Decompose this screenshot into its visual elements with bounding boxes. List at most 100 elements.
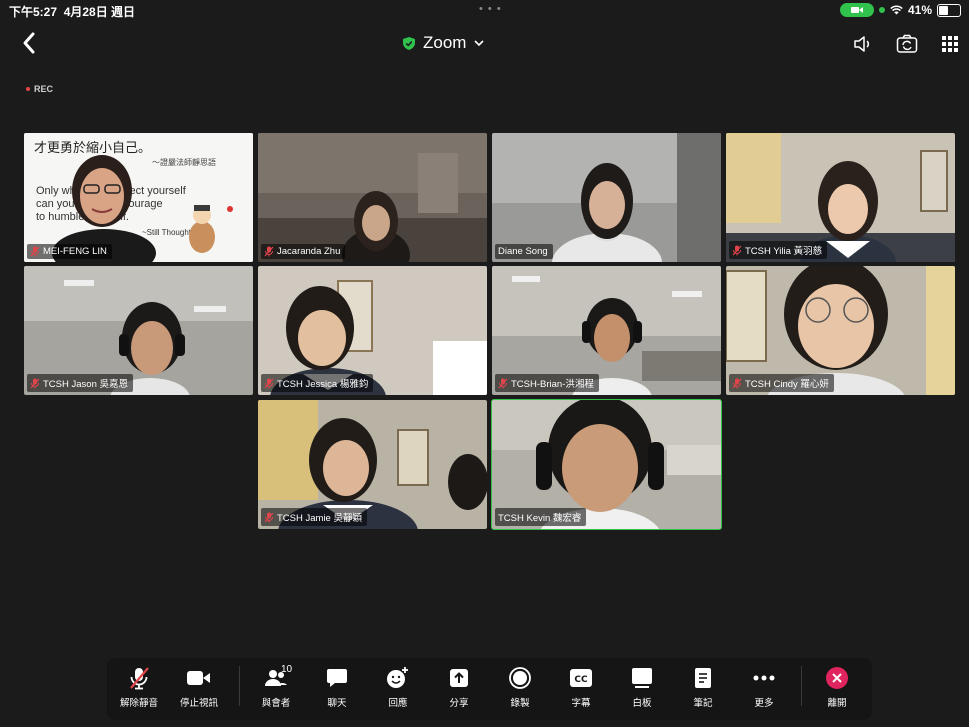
participant-name: Jacaranda Zhu	[277, 246, 341, 257]
switch-camera-button[interactable]	[895, 32, 919, 56]
status-datetime: 下午5:27 4月28日 週日	[9, 3, 135, 20]
stop-video-label: 停止視訊	[179, 698, 218, 709]
leave-button[interactable]: 離開	[809, 664, 865, 716]
participant-name-tag: TCSH-Brian-洪湘程	[495, 374, 599, 392]
more-button[interactable]: 更多	[736, 664, 792, 716]
mic-muted-icon	[732, 245, 742, 255]
more-label: 更多	[754, 698, 774, 709]
wifi-icon	[890, 5, 903, 15]
svg-text:CC: CC	[574, 675, 588, 685]
notes-icon	[695, 668, 711, 688]
participant-name-tag: TCSH Kevin 魏宏睿	[495, 508, 587, 526]
leave-x-icon	[826, 667, 848, 689]
whiteboard-label: 白板	[632, 698, 652, 709]
recording-indicator: REC	[26, 84, 53, 94]
participant-name: TCSH Yilia 黃羽慈	[745, 246, 823, 257]
mic-muted-icon	[264, 512, 274, 522]
chat-bubble-icon	[327, 669, 347, 687]
mic-muted-icon	[264, 378, 274, 388]
video-camera-icon	[187, 671, 210, 685]
video-feed	[258, 133, 487, 262]
notes-label: 筆記	[693, 698, 713, 709]
video-tile-tcsh-cindy[interactable]: TCSH Cindy 羅心妍	[726, 266, 955, 395]
record-button[interactable]: 錄製	[492, 664, 548, 716]
closed-captions-icon: CC	[570, 669, 592, 687]
video-tile-tcsh-yilia[interactable]: TCSH Yilia 黃羽慈	[726, 133, 955, 262]
participant-name: Diane Song	[498, 246, 548, 257]
video-tile-jacaranda-zhu[interactable]: Jacaranda Zhu	[258, 133, 487, 262]
rec-label: REC	[34, 84, 54, 94]
shield-check-icon	[403, 36, 415, 50]
smiley-plus-icon	[387, 667, 408, 688]
unmute-label: 解除靜音	[119, 698, 158, 709]
video-tile-tcsh-kevin[interactable]: TCSH Kevin 魏宏睿	[491, 399, 722, 530]
battery-percent: 41%	[907, 3, 932, 17]
video-tile-tcsh-jamie[interactable]: TCSH Jamie 吳靜穎	[258, 400, 487, 529]
toolbar-divider	[801, 666, 802, 706]
chevron-down-icon	[474, 39, 485, 46]
video-tile-diane-song[interactable]: Diane Song	[492, 133, 721, 262]
toolbar-divider	[239, 666, 240, 706]
mic-muted-icon	[264, 246, 274, 257]
meeting-header: Zoom	[0, 24, 969, 64]
battery-icon	[937, 3, 961, 17]
rec-dot	[26, 87, 30, 91]
back-button[interactable]	[18, 30, 42, 56]
unmute-button[interactable]: 解除靜音	[111, 664, 167, 716]
participant-name-tag: TCSH Jason 吳嘉恩	[27, 374, 133, 392]
video-tile-tcsh-jessica[interactable]: TCSH Jessica 楊雅鈞	[258, 266, 487, 395]
status-indicators: 41%	[839, 3, 961, 17]
stop-video-button[interactable]: 停止視訊	[171, 664, 227, 716]
leave-label: 離開	[827, 698, 847, 709]
participant-name: TCSH-Brian-洪湘程	[511, 379, 594, 390]
participant-name-tag: MEI-FENG LIN	[27, 244, 112, 259]
video-feed: 才更勇於縮小自己。 ～證嚴法師靜思語 Only when we respect …	[24, 133, 253, 262]
quote-zh-2: ～證嚴法師靜思語	[152, 157, 216, 167]
react-button[interactable]: 回應	[370, 664, 426, 716]
quote-zh-1: 才更勇於縮小自己。	[34, 140, 151, 156]
status-bar: 下午5:27 4月28日 週日 • • • 41%	[0, 0, 969, 20]
gallery-view-button[interactable]	[938, 32, 962, 56]
chevron-left-icon	[23, 32, 35, 54]
participants-button[interactable]: 10 與會者	[248, 664, 304, 716]
quote-source: ~Still Thoughts	[142, 228, 195, 237]
participant-name-tag: Diane Song	[495, 244, 553, 259]
more-dots-icon	[753, 675, 775, 681]
mic-in-use-dot	[878, 7, 885, 13]
participants-count: 10	[281, 664, 293, 675]
participant-name: TCSH Cindy 羅心妍	[745, 379, 829, 390]
mic-muted-icon	[30, 378, 40, 388]
meeting-title-button[interactable]: Zoom	[403, 33, 485, 53]
meeting-title: Zoom	[423, 33, 467, 52]
participant-name: MEI-FENG LIN	[43, 246, 107, 257]
participant-name-tag: TCSH Jamie 吳靜穎	[261, 508, 367, 526]
participant-name-tag: TCSH Yilia 黃羽慈	[729, 241, 828, 259]
video-tile-mei-feng-lin[interactable]: 才更勇於縮小自己。 ～證嚴法師靜思語 Only when we respect …	[24, 133, 253, 262]
share-label: 分享	[449, 698, 469, 709]
react-label: 回應	[388, 698, 408, 709]
video-tile-tcsh-brian[interactable]: TCSH-Brian-洪湘程	[492, 266, 721, 395]
whiteboard-icon	[632, 668, 652, 688]
whiteboard-button[interactable]: 白板	[614, 664, 670, 716]
meeting-controls-toolbar: 解除靜音 停止視訊 10 與會者 聊天 回應 分享 錄製 CC 字幕 白板 筆記…	[107, 658, 872, 720]
mic-muted-icon	[130, 667, 149, 690]
participant-name: TCSH Jamie 吳靜穎	[277, 513, 362, 524]
notes-button[interactable]: 筆記	[675, 664, 731, 716]
participant-name-tag: TCSH Jessica 楊雅鈞	[261, 374, 374, 392]
video-feed	[492, 133, 721, 262]
speaker-icon	[854, 36, 870, 52]
mic-muted-icon	[732, 378, 742, 388]
mic-muted-icon	[30, 246, 40, 257]
multitask-dots[interactable]: • • •	[479, 3, 502, 15]
speaker-button[interactable]	[851, 32, 875, 56]
participant-name: TCSH Jessica 楊雅鈞	[277, 379, 369, 390]
record-icon	[509, 667, 531, 689]
switch-camera-icon	[896, 34, 918, 53]
chat-button[interactable]: 聊天	[309, 664, 365, 716]
captions-button[interactable]: CC 字幕	[553, 664, 609, 716]
share-button[interactable]: 分享	[431, 664, 487, 716]
video-tile-tcsh-jason[interactable]: TCSH Jason 吳嘉恩	[24, 266, 253, 395]
status-time: 下午5:27	[9, 5, 58, 19]
status-date: 4月28日 週日	[63, 5, 136, 19]
participants-label: 與會者	[261, 698, 291, 709]
